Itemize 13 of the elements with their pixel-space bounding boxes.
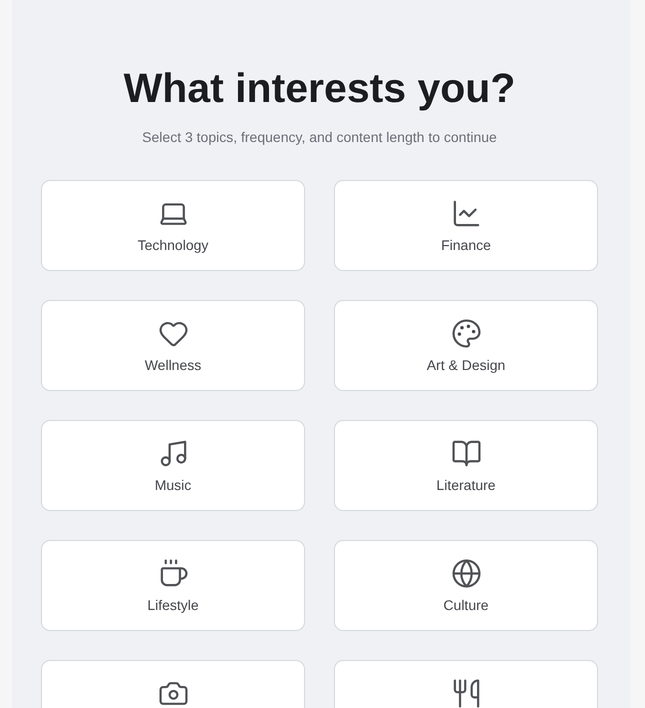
book-icon	[450, 438, 482, 469]
topic-card[interactable]: Finance	[334, 180, 598, 271]
topic-card[interactable]: Wellness	[41, 300, 305, 391]
page-subtitle: Select 3 topics, frequency, and content length to continue	[141, 128, 498, 146]
globe-icon	[450, 558, 482, 589]
topic-card[interactable]: Culture	[334, 540, 598, 631]
topic-card[interactable]: Music	[41, 420, 305, 511]
palette-icon	[450, 318, 482, 349]
topic-card[interactable]: Technology	[41, 180, 305, 271]
topic-card[interactable]: Art & Design	[334, 300, 598, 391]
topic-card[interactable]: Literature	[334, 420, 598, 511]
topic-card[interactable]: Lifestyle	[41, 540, 305, 631]
page-title: What interests you?	[122, 64, 516, 113]
